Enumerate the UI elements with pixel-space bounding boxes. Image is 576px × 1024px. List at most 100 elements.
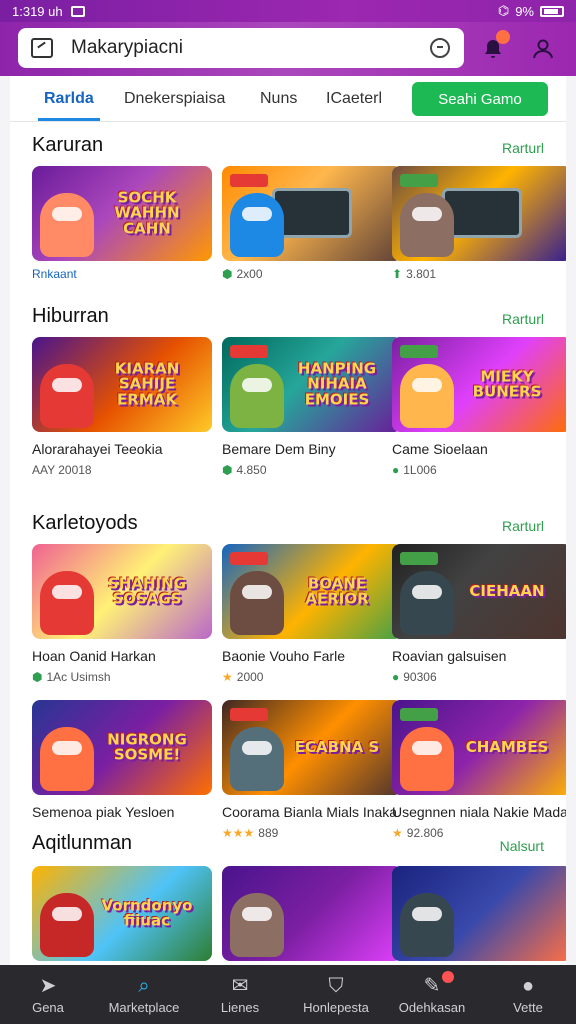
nav-item-5[interactable]: ● Vette <box>480 965 576 1024</box>
nav-label: Marketplace <box>108 999 180 1015</box>
game-thumbnail[interactable]: ECABNA S <box>222 700 402 795</box>
game-meta: ⬢ 1Ac Usimsh <box>32 670 212 684</box>
section-title: Karletoyods <box>32 512 138 534</box>
promo-tag <box>400 345 438 358</box>
game-thumbnail[interactable]: CIEHAAN <box>392 544 566 639</box>
thumbnail-title: BOANE AERIOR <box>305 573 369 608</box>
rating-icon: ⬆ <box>392 267 403 281</box>
game-meta-value: 2000 <box>236 670 264 685</box>
game-name: Semenoa piak Yesloen <box>32 804 175 820</box>
game-card[interactable]: Vorndonyo fiiuac <box>32 866 212 961</box>
game-card[interactable]: HANPING NIHAIA EMOIES Bemare Dem Biny ⬢ 4.8… <box>222 337 402 477</box>
promo-tag <box>400 174 438 187</box>
game-card[interactable]: SHAHING SOSAGS Hoan Oanid Harkan ⬢ 1Ac Usim… <box>32 544 212 684</box>
nav-label: Honlepesta <box>303 999 369 1015</box>
game-thumbnail[interactable] <box>222 166 402 261</box>
rating-icon: ● <box>392 463 400 478</box>
nav-item-1[interactable]: ⌕ Marketplace <box>96 965 192 1024</box>
character-graphic <box>400 193 454 257</box>
game-meta: ★ 2000 <box>222 670 402 684</box>
nav-item-2[interactable]: ✉ Lienes <box>192 965 288 1024</box>
game-thumbnail[interactable]: KIARAN SAHIJE ERMAK <box>32 337 212 432</box>
character-graphic <box>230 193 284 257</box>
rating-icon: ⬢ <box>222 267 233 281</box>
search-game-button[interactable]: Seahi Gamo <box>412 82 548 116</box>
search-input[interactable] <box>71 37 401 59</box>
nav-icon: ✎ <box>423 974 441 997</box>
game-name: Usegnnen niala Nakie Mada <box>392 804 566 820</box>
nav-badge <box>441 971 454 983</box>
rating-icon: ★★★ <box>222 826 255 841</box>
game-card[interactable] <box>392 866 566 961</box>
character-graphic <box>400 571 454 635</box>
game-card[interactable]: KIARAN SAHIJE ERMAK Alorarahayei Teeokia A… <box>32 337 212 477</box>
thumbnail-title: CIEHAAN <box>469 581 545 600</box>
promo-tag <box>400 552 438 565</box>
tab-2[interactable]: Nuns <box>260 90 297 108</box>
section-title: Hiburran <box>32 305 109 327</box>
tab-1[interactable]: Dnekerspiaisa <box>124 90 225 108</box>
tab-0[interactable]: Rarlda <box>38 90 100 121</box>
battery-percent: 9% <box>515 3 534 19</box>
game-card[interactable]: ECABNA S Coorama Bianla Mials Inaka ★★★ 889 <box>222 700 402 840</box>
game-thumbnail[interactable]: SOCHK WAHHN CAHN <box>32 166 212 261</box>
search-bar[interactable] <box>18 28 464 68</box>
game-thumbnail[interactable]: HANPING NIHAIA EMOIES <box>222 337 402 432</box>
nav-item-4[interactable]: ✎ Odehkasan <box>384 965 480 1024</box>
game-name: Bemare Dem Biny <box>222 441 336 457</box>
promo-tag <box>230 174 268 187</box>
game-thumbnail[interactable]: Vorndonyo fiiuac <box>32 866 212 961</box>
game-card[interactable]: SOCHK WAHHN CAHN Rnkaant <box>32 166 212 281</box>
rating-icon: ⬢ <box>222 463 233 478</box>
game-meta: AAY 20018 <box>32 463 212 477</box>
nav-item-0[interactable]: ➤ Gena <box>0 965 96 1024</box>
game-meta: ● 90306 <box>392 670 566 684</box>
notification-button[interactable] <box>478 30 510 64</box>
game-name: Alorarahayei Teeokia <box>32 441 163 457</box>
game-card[interactable]: NIGRONG SOSME! Semenoa piak Yesloen <box>32 700 212 820</box>
game-thumbnail[interactable] <box>222 866 402 961</box>
see-all-link[interactable]: Rarturl <box>502 518 544 534</box>
see-all-link[interactable]: Nalsurt <box>500 838 544 854</box>
game-meta-value: 1L006 <box>403 463 437 478</box>
game-thumbnail[interactable]: CHAMBES <box>392 700 566 795</box>
game-card[interactable]: CHAMBES Usegnnen niala Nakie Mada ★ 92.806 <box>392 700 566 840</box>
game-thumbnail[interactable]: SHAHING SOSAGS <box>32 544 212 639</box>
notification-badge <box>496 30 510 44</box>
game-meta: ● 1L006 <box>392 463 566 477</box>
tab-3[interactable]: ICaeterl <box>326 90 382 108</box>
nav-label: Lienes <box>220 999 260 1015</box>
game-meta-value: 4.850 <box>236 463 267 478</box>
game-meta-value: Rnkaant <box>32 267 77 281</box>
promo-tag <box>230 708 268 721</box>
see-all-link[interactable]: Rarturl <box>502 311 544 327</box>
thumbnail-title: ECABNA S <box>294 737 380 756</box>
clear-icon[interactable] <box>430 38 450 58</box>
game-card[interactable]: CIEHAAN Roavian galsuisen ● 90306 <box>392 544 566 684</box>
game-thumbnail[interactable] <box>392 166 566 261</box>
game-thumbnail[interactable] <box>392 866 566 961</box>
game-meta: Rnkaant <box>32 267 212 281</box>
see-all-link[interactable]: Rarturl <box>502 140 544 156</box>
game-thumbnail[interactable]: MIEKY BUNERS <box>392 337 566 432</box>
game-thumbnail[interactable]: BOANE AERIOR <box>222 544 402 639</box>
notification-icon <box>70 5 85 17</box>
game-name: Came Sioelaan <box>392 441 488 457</box>
game-card[interactable] <box>222 866 402 961</box>
game-card[interactable]: MIEKY BUNERS Came Sioelaan ● 1L006 <box>392 337 566 477</box>
profile-button[interactable] <box>528 34 558 64</box>
thumbnail-title: KIARAN SAHIJE ERMAK <box>114 358 180 409</box>
nav-label: Vette <box>513 999 543 1015</box>
game-card[interactable]: BOANE AERIOR Baonie Vouho Farle ★ 2000 <box>222 544 402 684</box>
game-thumbnail[interactable]: NIGRONG SOSME! <box>32 700 212 795</box>
nav-icon: ● <box>521 974 535 997</box>
character-graphic <box>230 727 284 791</box>
character-graphic <box>230 893 284 957</box>
game-card[interactable]: ⬢ 2x00 <box>222 166 402 281</box>
character-graphic <box>400 727 454 791</box>
promo-tag <box>400 708 438 721</box>
nav-item-3[interactable]: ⛉ Honlepesta <box>288 965 384 1024</box>
character-graphic <box>400 893 454 957</box>
game-card[interactable]: ⬆ 3.801 <box>392 166 566 281</box>
game-meta-value: 2x00 <box>236 267 263 281</box>
